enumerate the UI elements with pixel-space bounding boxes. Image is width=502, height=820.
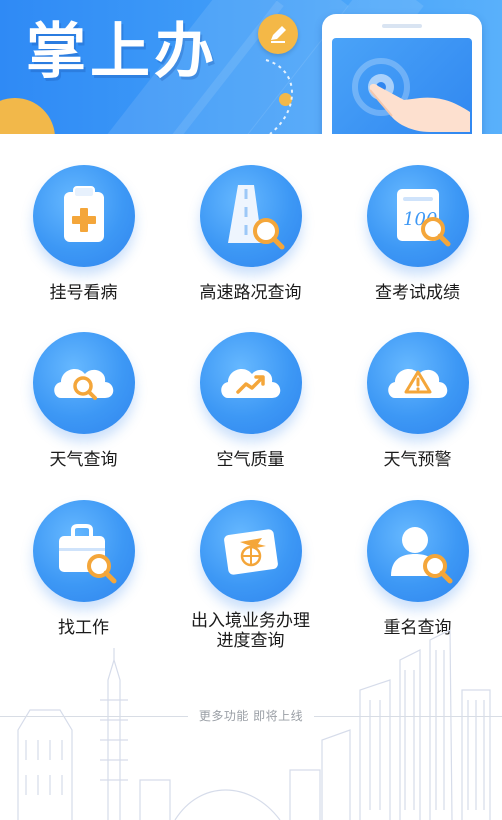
hand-icon [369,83,470,132]
user-search-icon [367,500,469,602]
service-label: 空气质量 [216,450,285,470]
briefcase-search-icon [33,500,135,602]
service-weather[interactable]: 天气查询 [0,332,167,492]
service-exam-score[interactable]: 100 查考试成绩 [334,165,501,325]
page: 掌上办 挂号看病 高速路况查询 100 查考试成绩 天气查询 空气质量 天气预警… [0,0,502,820]
banner: 掌上办 [0,0,502,134]
exam-score-icon: 100 [367,165,469,267]
passport-plane-icon [200,500,302,602]
service-weather-warning[interactable]: 天气预警 [334,332,501,492]
service-label-line1: 出入境业务办理 [191,611,310,631]
service-highway[interactable]: 高速路况查询 [167,165,334,325]
service-appointment[interactable]: 挂号看病 [0,165,167,325]
highway-search-icon [200,165,302,267]
service-label: 天气预警 [383,450,452,470]
service-air-quality[interactable]: 空气质量 [167,332,334,492]
service-label: 挂号看病 [49,283,118,303]
weather-search-icon [33,332,135,434]
phone-speaker [382,24,422,28]
banner-title: 掌上办 [26,17,218,87]
more-features-row: 更多功能 即将上线 [0,706,502,726]
weather-warning-icon [367,332,469,434]
pen-icon [258,14,298,54]
service-label: 高速路况查询 [199,283,302,303]
air-quality-icon [200,332,302,434]
service-label: 天气查询 [49,450,118,470]
more-features-text: 更多功能 即将上线 [198,709,304,723]
medical-clipboard-icon [33,165,135,267]
service-label: 查考试成绩 [375,283,460,303]
